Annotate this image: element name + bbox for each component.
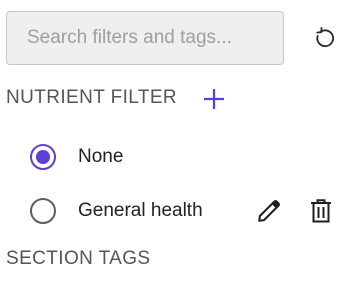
search-input[interactable] bbox=[7, 12, 283, 64]
nutrient-filter-title: NUTRIENT FILTER bbox=[6, 87, 178, 108]
edit-filter-button[interactable] bbox=[255, 197, 283, 225]
nutrient-option-general-health[interactable]: General health bbox=[28, 195, 203, 227]
radio-button[interactable] bbox=[28, 196, 58, 226]
add-nutrient-filter-button[interactable] bbox=[200, 85, 228, 113]
nutrient-option-label: None bbox=[78, 146, 124, 167]
filters-panel: NUTRIENT FILTER None General health bbox=[0, 0, 361, 287]
delete-filter-button[interactable] bbox=[307, 197, 335, 225]
section-tags-title: SECTION TAGS bbox=[6, 248, 151, 269]
reset-button[interactable] bbox=[308, 22, 342, 56]
nutrient-option-label: General health bbox=[78, 200, 203, 221]
radio-button-selected[interactable] bbox=[28, 142, 58, 172]
plus-icon bbox=[204, 89, 224, 109]
search-box bbox=[6, 11, 284, 65]
refresh-icon bbox=[316, 27, 334, 48]
nutrient-option-none[interactable]: None bbox=[28, 141, 123, 173]
pencil-icon bbox=[258, 200, 280, 222]
trash-icon bbox=[311, 199, 331, 223]
